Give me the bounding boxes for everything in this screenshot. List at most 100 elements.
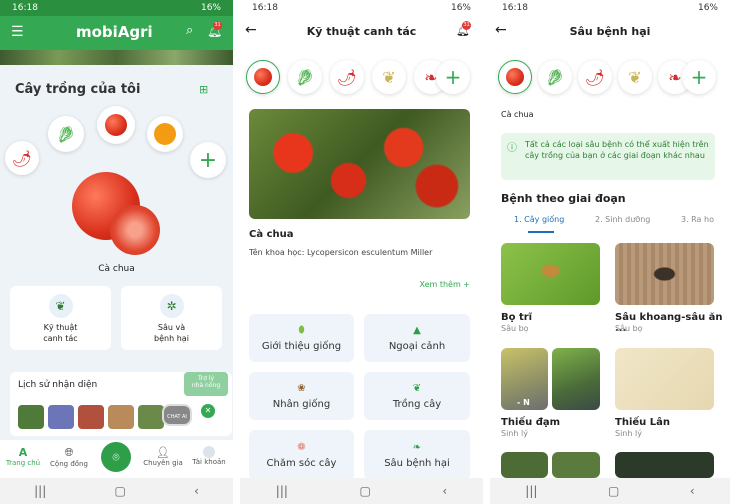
pest-type: Sâu bọ bbox=[615, 324, 643, 333]
status-battery: 16% bbox=[697, 3, 718, 13]
crop-rice[interactable]: ❦ bbox=[618, 60, 652, 94]
seed-icon: ⬮ bbox=[298, 324, 305, 336]
status-battery: 16% bbox=[200, 3, 221, 13]
home-screen: 16:18 16% ☰ mobiAgri ⌕ 🔔︎ 31 Cây trồng c… bbox=[0, 0, 233, 504]
recents-icon[interactable]: ||| bbox=[525, 484, 537, 498]
crop-lettuce[interactable]: 🥬︎ bbox=[48, 116, 84, 152]
status-bar: 16:18 16% bbox=[0, 0, 233, 16]
recents-icon[interactable]: ||| bbox=[276, 484, 288, 498]
crop-tomato[interactable] bbox=[97, 106, 135, 144]
item-propagation[interactable]: ❀ Nhân giống bbox=[249, 372, 354, 420]
history-thumb[interactable] bbox=[78, 405, 104, 429]
pests-card[interactable]: ✲ Sâu và bệnh hại bbox=[121, 286, 222, 350]
add-crop-button[interactable]: + bbox=[190, 142, 226, 178]
pest-image[interactable] bbox=[552, 452, 600, 478]
pest-type: Sinh lý bbox=[615, 429, 642, 438]
nav-account[interactable]: Tài khoản bbox=[186, 446, 232, 466]
nav-community[interactable]: 🌐︎ Cộng đồng bbox=[46, 446, 92, 468]
scan-button[interactable]: ⌾ bbox=[101, 442, 131, 472]
globe-icon: 🌐︎ bbox=[64, 446, 74, 459]
pests-screen: 16:18 16% ← Sâu bệnh hại 🥬︎ 🌶︎ ❦ ❧ + Cà … bbox=[490, 0, 730, 504]
brand-logo: mobiAgri bbox=[76, 23, 153, 41]
status-time: 16:18 bbox=[252, 3, 278, 13]
home-sys-icon[interactable]: ▢ bbox=[359, 484, 370, 498]
page-title: Kỹ thuật canh tác bbox=[306, 25, 417, 38]
pest-image-thrips[interactable] bbox=[501, 243, 600, 305]
crop-photo bbox=[249, 109, 470, 219]
home-sys-icon[interactable]: ▢ bbox=[114, 484, 125, 498]
nav-home[interactable]: A Trang chủ bbox=[0, 446, 46, 467]
add-crop-button[interactable]: + bbox=[682, 60, 716, 94]
assistant-bubble[interactable]: Trợ lý nhà nông bbox=[184, 372, 228, 396]
chat-ai-button[interactable]: CHAT AI bbox=[162, 404, 192, 426]
history-thumb[interactable] bbox=[138, 405, 164, 429]
status-time: 16:18 bbox=[502, 3, 528, 13]
back-sys-icon[interactable]: ‹ bbox=[690, 484, 695, 498]
pests-card-label: Sâu và bệnh hại bbox=[154, 323, 189, 343]
leaf-bug-icon: ❧ bbox=[412, 441, 422, 453]
info-box: ⓘ Tất cả các loại sâu bệnh có thể xuất h… bbox=[501, 133, 715, 180]
recents-icon[interactable]: ||| bbox=[34, 484, 46, 498]
pest-image[interactable] bbox=[501, 452, 548, 478]
tab-seedling[interactable]: 1. Cây giống bbox=[514, 215, 564, 224]
home-sys-icon[interactable]: ▢ bbox=[608, 484, 619, 498]
see-more-link[interactable]: Xem thêm + bbox=[419, 280, 470, 289]
home-icon: A bbox=[18, 446, 28, 459]
add-crop-button[interactable]: + bbox=[436, 60, 470, 94]
item-label: Sâu bệnh hại bbox=[384, 457, 450, 469]
system-nav: ||| ▢ ‹ bbox=[0, 478, 233, 504]
mountain-icon: ▲ bbox=[413, 324, 421, 336]
my-crops-title: Cây trồng của tôi bbox=[15, 82, 141, 97]
section-title: Bệnh theo giai đoạn bbox=[501, 192, 626, 205]
scientific-name: Tên khoa học: Lycopersicon esculentum Mi… bbox=[249, 248, 433, 257]
history-thumb[interactable] bbox=[48, 405, 74, 429]
menu-icon[interactable]: ☰ bbox=[11, 24, 24, 40]
bug-icon: ✲ bbox=[159, 294, 184, 318]
status-bar: 16:18 16% bbox=[240, 0, 483, 16]
back-sys-icon[interactable]: ‹ bbox=[442, 484, 447, 498]
crop-lettuce[interactable]: 🥬︎ bbox=[288, 60, 322, 94]
history-title: Lịch sử nhận diện bbox=[18, 380, 98, 390]
status-time: 16:18 bbox=[12, 3, 38, 13]
person-icon: 👤︎ bbox=[156, 446, 170, 459]
crop-orange[interactable] bbox=[147, 116, 183, 152]
history-thumb[interactable] bbox=[108, 405, 134, 429]
page-title: Sâu bệnh hại bbox=[569, 25, 651, 38]
notification-badge: 31 bbox=[213, 21, 222, 30]
crop-chili[interactable]: 🌶︎ bbox=[330, 60, 364, 94]
info-text: Tất cả các loại sâu bệnh có thể xuất hiệ… bbox=[525, 140, 709, 160]
pest-image-nitrogen-b[interactable] bbox=[552, 348, 600, 410]
item-care[interactable]: ❁ Chăm sóc cây bbox=[249, 430, 354, 480]
crop-tomato-selected[interactable] bbox=[246, 60, 280, 94]
grid-add-icon[interactable]: ⊞ bbox=[199, 83, 208, 96]
item-environment[interactable]: ▲ Ngoại cảnh bbox=[364, 314, 470, 362]
crop-rice[interactable]: ❦ bbox=[372, 60, 406, 94]
tab-flowering[interactable]: 3. Ra ho bbox=[681, 215, 715, 224]
crop-lettuce[interactable]: 🥬︎ bbox=[538, 60, 572, 94]
item-label: Nhân giống bbox=[272, 398, 331, 410]
crop-chili[interactable]: 🌶︎ bbox=[5, 141, 39, 175]
search-icon[interactable]: ⌕ bbox=[186, 23, 193, 38]
pest-name: Bọ trĩ bbox=[501, 312, 533, 323]
crop-tomato-selected[interactable] bbox=[498, 60, 532, 94]
tab-vegetative[interactable]: 2. Sinh dưỡng bbox=[595, 215, 650, 224]
item-pests[interactable]: ❧ Sâu bệnh hại bbox=[364, 430, 470, 480]
history-thumb[interactable] bbox=[18, 405, 44, 429]
crop-name: Cà chua bbox=[249, 229, 294, 240]
nav-expert[interactable]: 👤︎ Chuyên gia bbox=[140, 446, 186, 467]
pest-type: Sâu bọ bbox=[501, 324, 529, 333]
pest-image[interactable] bbox=[615, 452, 714, 478]
item-variety-intro[interactable]: ⬮ Giới thiệu giống bbox=[249, 314, 354, 362]
banner-image bbox=[0, 50, 233, 65]
item-planting[interactable]: ❦ Trồng cây bbox=[364, 372, 470, 420]
close-chat-button[interactable]: ✕ bbox=[201, 404, 215, 418]
pest-image-armyworm[interactable] bbox=[615, 243, 714, 305]
back-sys-icon[interactable]: ‹ bbox=[194, 484, 199, 498]
system-nav: ||| ▢ ‹ bbox=[490, 478, 730, 504]
pest-image-phosphorus[interactable] bbox=[615, 348, 714, 410]
technique-card[interactable]: ❦ Kỹ thuật canh tác bbox=[10, 286, 111, 350]
nav-account-label: Tài khoản bbox=[192, 458, 226, 466]
pest-type: Sinh lý bbox=[501, 429, 528, 438]
plant-icon: ❦ bbox=[412, 382, 422, 394]
crop-chili[interactable]: 🌶︎ bbox=[578, 60, 612, 94]
